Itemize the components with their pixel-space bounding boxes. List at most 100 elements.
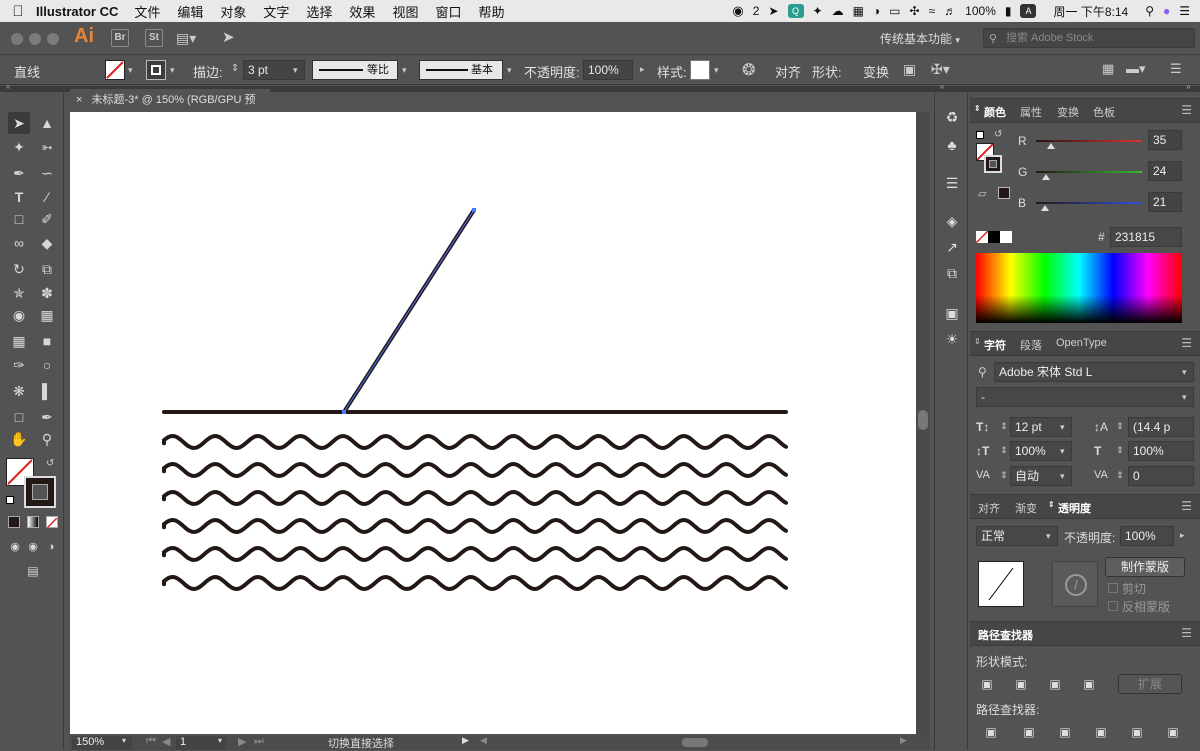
last-color-swatch[interactable] [998,187,1010,199]
align-link[interactable]: 对齐 [775,62,801,81]
menu-effect[interactable]: 效果 [349,2,375,21]
r-slider-knob[interactable] [1046,143,1055,149]
tab-transform[interactable]: 变换 [1057,104,1079,120]
tab-align[interactable]: 对齐 [978,500,1000,516]
wave-line[interactable] [162,574,788,592]
hscale-stepper[interactable]: ⇕ [1116,445,1124,456]
arrange-documents-icon[interactable]: ▤▾ [176,30,196,47]
panel-swap-icon[interactable]: ↺ [994,129,1002,140]
menu-file[interactable]: 文件 [134,2,160,21]
clip-checkbox[interactable] [1108,583,1118,593]
datetime[interactable]: 周一 下午8:14 [1053,3,1128,20]
selection-tool-icon[interactable]: ➤ [8,112,30,134]
tab-attributes[interactable]: 属性 [1020,104,1042,120]
make-mask-button[interactable]: 制作蒙版 [1105,557,1185,577]
style-dropdown-icon[interactable]: ▾ [714,65,719,76]
puppet-warp-icon[interactable]: ✠▾ [931,61,950,78]
control-menu-icon[interactable]: ☰ [1170,61,1182,77]
pathfinder-menu-icon[interactable]: ☰ [1181,626,1192,640]
send-icon[interactable]: ➤ [768,4,778,18]
mesh-tool-icon[interactable]: ▦ [8,330,30,352]
grid-icon[interactable]: ▦ [853,4,864,18]
export-icon[interactable]: ↗ [941,236,963,258]
bird-icon[interactable]: ✦ [813,4,823,18]
compass-icon[interactable]: ✣ [910,4,920,18]
transform-link[interactable]: 变换 [863,62,889,81]
close-window-button[interactable] [11,33,23,45]
r-input[interactable]: 35 [1148,130,1182,150]
hand-tool-icon[interactable]: ✋ [8,428,30,450]
input-source-icon[interactable]: A [1020,4,1037,18]
panel-collapse-icon[interactable]: ⇕ [974,104,981,113]
transparency-menu-icon[interactable]: ☰ [1181,499,1192,513]
opacity-input[interactable]: 100% [583,60,633,80]
font-family-select[interactable]: Adobe 宋体 Std L [994,362,1194,382]
stroke-weight-dropdown-icon[interactable]: ▾ [293,65,298,76]
leading-stepper[interactable]: ⇕ [1116,421,1124,432]
g-input[interactable]: 24 [1148,161,1182,181]
width-tool-icon[interactable]: ✯ [8,282,30,304]
outline-icon[interactable]: ▣ [1130,725,1144,739]
apple-icon[interactable]:  [0,3,36,20]
stroke-swatch[interactable] [146,60,166,80]
stroke-panel-icon[interactable]: ☰ [941,172,963,194]
vscale-dropdown-icon[interactable]: ▾ [1060,446,1065,457]
brush-definition[interactable]: 基本 [419,60,503,80]
puppet-warp-tool-icon[interactable]: ✽ [36,282,58,304]
first-artboard-icon[interactable]: ⏮ [146,735,156,748]
g-slider-knob[interactable] [1041,174,1050,180]
tab-opentype[interactable]: OpenType [1056,337,1107,349]
kerning-dropdown-icon[interactable]: ▾ [1060,471,1065,482]
cloud-icon[interactable]: ☁ [832,4,844,18]
fill-swatch[interactable] [105,60,125,80]
blend-mode-dropdown-icon[interactable]: ▾ [1046,531,1051,542]
scale-tool-icon[interactable]: ⧉ [36,258,58,280]
transparency-collapse-icon[interactable]: ⇕ [1048,500,1055,509]
rectangle-tool-icon[interactable]: □ [8,208,30,230]
profile-dropdown-icon[interactable]: ▾ [402,65,407,76]
scroll-right-icon[interactable]: ▶ [900,735,907,746]
prev-artboard-icon[interactable]: ◀ [162,735,170,748]
close-tab-icon[interactable]: × [76,94,82,106]
type-tool-icon[interactable]: T [8,186,30,208]
default-colors-icon[interactable] [6,496,14,504]
stroke-stepper[interactable]: ⇕ [231,63,239,74]
wave-line[interactable] [162,433,788,451]
stroke-color-indicator[interactable] [24,476,56,508]
symbol-sprayer-tool-icon[interactable]: ❋ [8,380,30,402]
minimize-window-button[interactable] [29,33,41,45]
collapse-mid-icon[interactable]: « [940,82,944,91]
artboard[interactable] [70,112,916,734]
asset-export-icon[interactable]: ▣ [941,302,963,324]
fill-dropdown-icon[interactable]: ▾ [128,65,133,76]
lasso-tool-icon[interactable]: ➳ [36,136,58,158]
tracking-input[interactable]: 0 [1128,466,1194,486]
volume-icon[interactable]: ♬ [944,4,956,18]
layers-icon[interactable]: ◈ [941,210,963,232]
leading-input[interactable]: (14.4 p [1128,417,1194,437]
stroke-dropdown-icon[interactable]: ▾ [170,65,175,76]
app-name-menu[interactable]: Illustrator CC [36,4,118,19]
font-size-stepper[interactable]: ⇕ [1000,421,1008,432]
screen-mode-icon[interactable]: ▤ [22,560,44,582]
wave-line[interactable] [162,489,788,507]
brush-dropdown-icon[interactable]: ▾ [507,65,512,76]
expand-button[interactable]: 扩展 [1118,674,1182,694]
intersect-icon[interactable]: ▣ [1048,677,1062,691]
none-quick-swatch[interactable] [975,230,989,244]
transparency-opacity-input[interactable]: 100% [1120,526,1174,546]
transform-box-icon[interactable]: ▣ [903,61,916,78]
hex-input[interactable]: 231815 [1110,227,1182,247]
invert-mask-checkbox[interactable] [1108,601,1118,611]
wifi-icon[interactable]: ≈ [929,4,936,18]
menu-select[interactable]: 选择 [306,2,332,21]
tab-paragraph[interactable]: 段落 [1020,337,1042,353]
menu-edit[interactable]: 编辑 [177,2,203,21]
tab-character[interactable]: 字符 [984,337,1006,353]
document-tab[interactable]: × 未标题-3* @ 150% (RGB/GPU 预览) [70,89,270,128]
color-spectrum[interactable] [976,253,1182,323]
transparency-opacity-expand-icon[interactable]: ▸ [1180,530,1185,541]
eraser-tool-icon[interactable]: ◆ [36,232,58,254]
char-collapse-icon[interactable]: ⇕ [974,337,981,346]
anchor-point-start[interactable] [342,410,346,414]
